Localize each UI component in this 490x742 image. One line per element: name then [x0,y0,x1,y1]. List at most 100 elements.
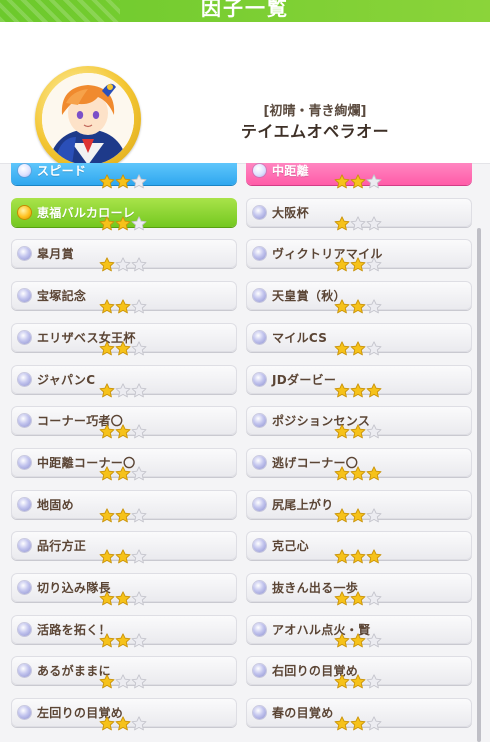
factor-dot-icon [253,330,266,344]
factor-label: 皐月賞 [37,247,74,262]
factor-dot-icon [18,664,31,678]
factor-item[interactable]: 恵福バルカローレ [11,197,237,231]
factor-item[interactable]: ポジションセンス [246,406,472,439]
factor-dot-icon [253,706,266,720]
star-filled-icon [350,174,366,189]
star-empty-icon [131,299,147,314]
factor-label: マイルCS [272,330,328,345]
factor-item[interactable]: アオハル点火・賢 [246,614,472,648]
factor-item[interactable]: 大阪杯 [246,197,472,231]
factor-item[interactable]: 天皇賞（秋） [246,281,472,314]
factor-dot-icon [253,497,266,511]
factor-dot-icon [253,414,266,428]
factor-item[interactable]: 左回りの目覚め [11,698,237,731]
factor-item[interactable]: ジャパンC [11,364,237,397]
factor-item[interactable]: スピード [11,163,237,189]
star-filled-icon [366,382,382,398]
factor-item[interactable]: 品行方正 [11,531,237,564]
star-empty-icon [366,216,382,231]
star-filled-icon [115,549,131,564]
factor-stars [99,549,147,564]
factor-item[interactable]: JDダービー [246,364,472,397]
star-empty-icon [131,716,147,731]
factor-item[interactable]: マイルCS [246,322,472,356]
factor-item[interactable]: 右回りの目覚め [246,656,472,689]
factor-item[interactable]: 宝塚記念 [11,281,237,314]
factor-dot-icon [18,164,31,177]
factor-dot-icon [18,289,31,303]
factor-dot-icon [18,247,31,261]
star-filled-icon [334,299,350,314]
factor-stars [334,716,382,731]
star-empty-icon [350,216,366,231]
factor-item[interactable]: 逃げコーナー〇 [246,447,472,481]
character-name: テイエムオペラオー [240,122,390,141]
star-filled-icon [350,591,366,606]
factor-stars [99,174,147,189]
factor-stars [334,633,382,648]
star-filled-icon [350,549,366,564]
factor-dot-icon [18,372,31,386]
star-filled-icon [350,424,366,439]
factor-item[interactable]: 抜きん出る一歩 [246,573,472,606]
factor-stars [99,216,147,231]
factor-stars [334,174,382,189]
star-empty-icon [366,299,382,314]
factor-label: 品行方正 [37,539,87,554]
factor-item[interactable]: ヴィクトリアマイル [246,239,472,272]
factor-dot-icon [18,205,31,219]
star-empty-icon [131,341,147,356]
factor-dot-icon [18,706,31,720]
star-empty-icon [131,424,147,439]
factor-list[interactable]: スピード 恵福バルカローレ 皐月賞 宝塚記念 エリザベス女王杯 ジャパンC コーナー巧者〇中… [0,163,490,742]
star-filled-icon [334,591,350,606]
factor-dot-icon [253,581,266,594]
star-filled-icon [115,633,131,648]
factor-dot-icon [18,497,31,511]
factor-item[interactable]: 克己心 [246,531,472,564]
star-filled-icon [334,424,350,439]
factor-item[interactable]: 地固め [11,489,237,522]
factor-dot-icon [253,539,266,553]
factor-dot-icon [253,205,266,219]
factor-label: ジャパンC [37,372,96,387]
star-empty-icon [131,382,147,398]
factor-item[interactable]: エリザベス女王杯 [11,322,237,356]
factor-item[interactable]: 中距離 [246,163,472,189]
factor-item[interactable]: 尻尾上がり [246,489,472,522]
factor-label: 地固め [37,497,74,512]
factor-item[interactable]: 皐月賞 [11,239,237,272]
factor-item[interactable]: 活路を拓く！ [11,614,237,648]
factor-item[interactable]: 中距離コーナー〇 [11,447,237,481]
factor-stars [334,466,382,481]
factor-item[interactable]: あるがままに [11,656,237,689]
factor-dot-icon [18,414,31,428]
character-header: [初晴・青き絢爛] テイエムオペラオー [0,22,490,172]
factor-stars [99,674,147,689]
avatar-portrait [42,73,134,165]
star-filled-icon [99,716,115,731]
factor-label: スピード [37,164,87,178]
star-empty-icon [131,633,147,648]
factor-stars [334,341,382,356]
factor-stars [334,591,382,606]
star-filled-icon [334,382,350,398]
title-bar: 因子一覧 [0,0,490,22]
factor-item[interactable]: 切り込み隊長 [11,573,237,606]
factor-item[interactable]: 春の目覚め [246,698,472,731]
star-filled-icon [350,633,366,648]
star-filled-icon [334,716,350,731]
scrollbar[interactable] [477,228,481,742]
factor-stars [334,507,382,523]
character-avatar[interactable] [35,66,141,172]
star-filled-icon [334,549,350,564]
star-empty-icon [366,424,382,439]
factor-dot-icon [253,247,266,261]
star-filled-icon [334,633,350,648]
star-filled-icon [366,549,382,564]
star-filled-icon [99,257,115,272]
factor-item[interactable]: コーナー巧者〇 [11,406,237,439]
factor-label: 中距離 [272,164,309,178]
star-empty-icon [366,507,382,523]
factor-label: 克己心 [272,539,309,554]
